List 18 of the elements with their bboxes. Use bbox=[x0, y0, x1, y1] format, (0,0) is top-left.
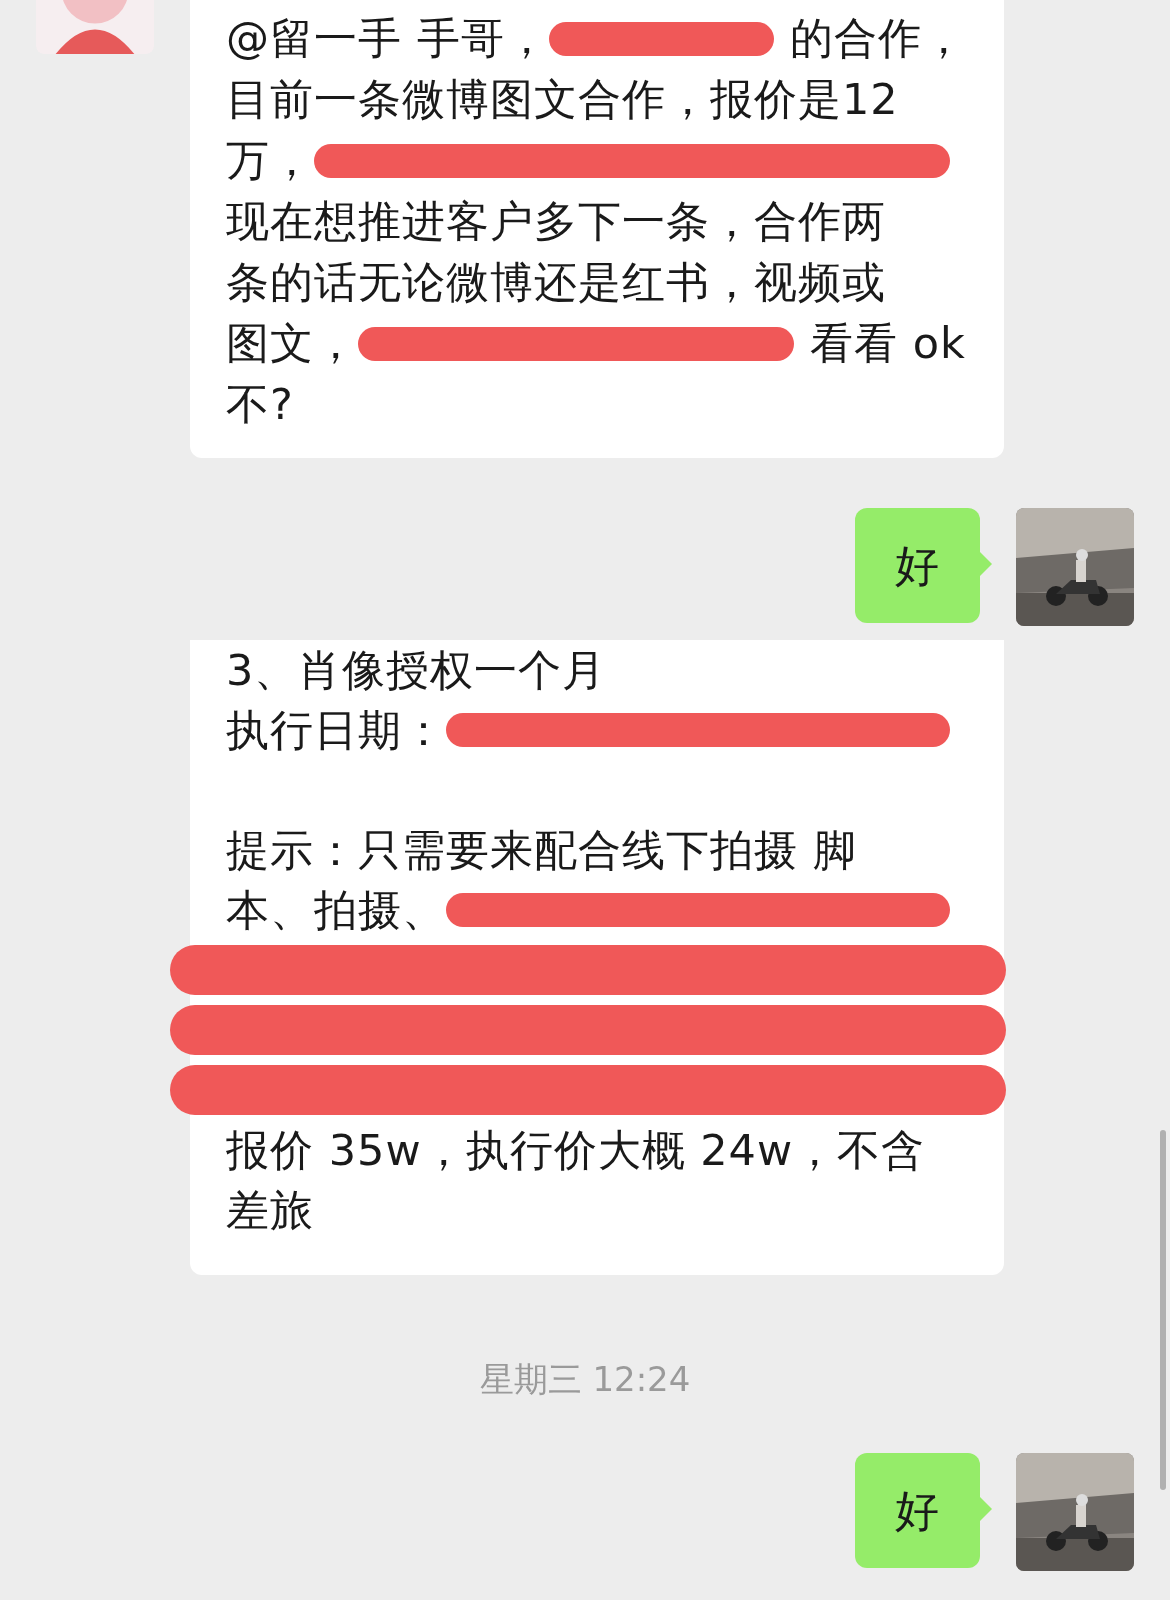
message-text: 执行日期： bbox=[226, 704, 446, 757]
message-text: @留一手 手哥， bbox=[226, 12, 549, 65]
message-text: 不? bbox=[226, 378, 294, 431]
message-text: 看看 ok bbox=[810, 317, 966, 370]
message-text: 差旅 bbox=[226, 1184, 314, 1237]
message-text: 条的话无论微博还是红书，视频或 bbox=[226, 256, 886, 309]
message-text: 的合作， bbox=[790, 12, 966, 65]
message-text: 提示：只需要来配合线下拍摄 脚 bbox=[226, 824, 857, 877]
message-text: 现在想推进客户多下一条，合作两 bbox=[226, 195, 886, 248]
message-text: 图文， bbox=[226, 317, 358, 370]
timestamp: 星期三 12:24 bbox=[478, 1358, 692, 1401]
message-text: 万， bbox=[226, 134, 314, 187]
message-text: 好 bbox=[895, 1484, 940, 1538]
message-text: 好 bbox=[895, 539, 940, 593]
message-text: 3、肖像授权一个月 bbox=[226, 644, 607, 697]
message-text: 本、拍摄、 bbox=[226, 884, 446, 937]
message-text: 报价 35w，执行价大概 24w，不含 bbox=[226, 1124, 926, 1177]
message-text: 目前一条微博图文合作，报价是12 bbox=[226, 73, 899, 126]
